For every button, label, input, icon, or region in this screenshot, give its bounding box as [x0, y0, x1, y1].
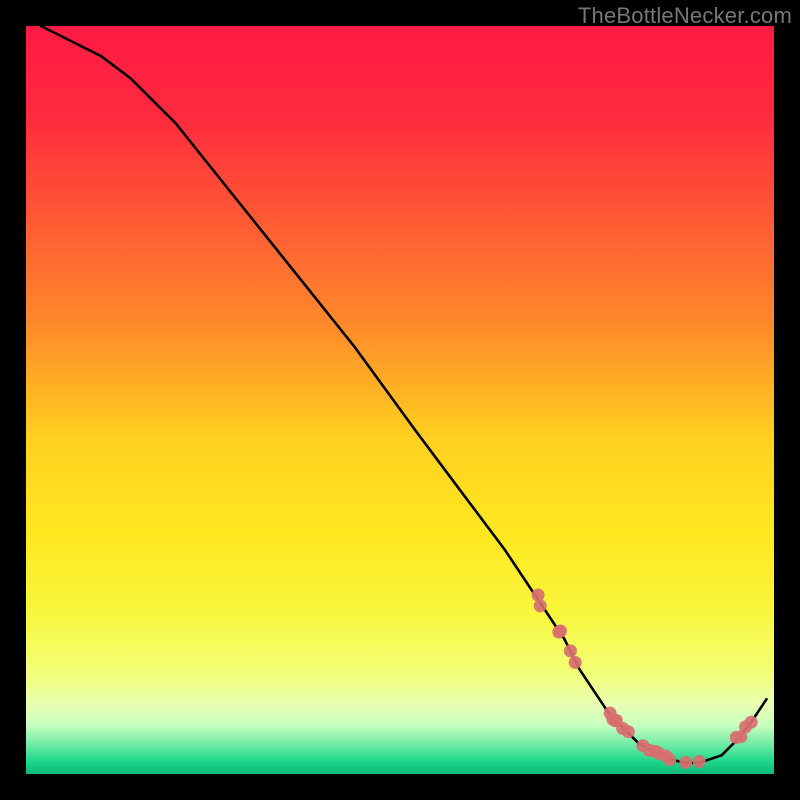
data-point: [643, 744, 656, 757]
data-point: [679, 756, 692, 769]
data-point: [532, 589, 545, 602]
data-point: [552, 626, 565, 639]
data-point: [693, 755, 706, 768]
watermark-text: TheBottleNecker.com: [578, 3, 792, 29]
data-point: [609, 714, 622, 727]
bottleneck-chart: [26, 26, 774, 774]
gradient-background: [26, 26, 774, 774]
data-point: [730, 731, 743, 744]
data-point: [739, 720, 752, 733]
data-point: [534, 599, 547, 612]
data-point: [569, 656, 582, 669]
data-point: [564, 644, 577, 657]
chart-frame: [26, 26, 774, 774]
data-point: [659, 750, 672, 763]
